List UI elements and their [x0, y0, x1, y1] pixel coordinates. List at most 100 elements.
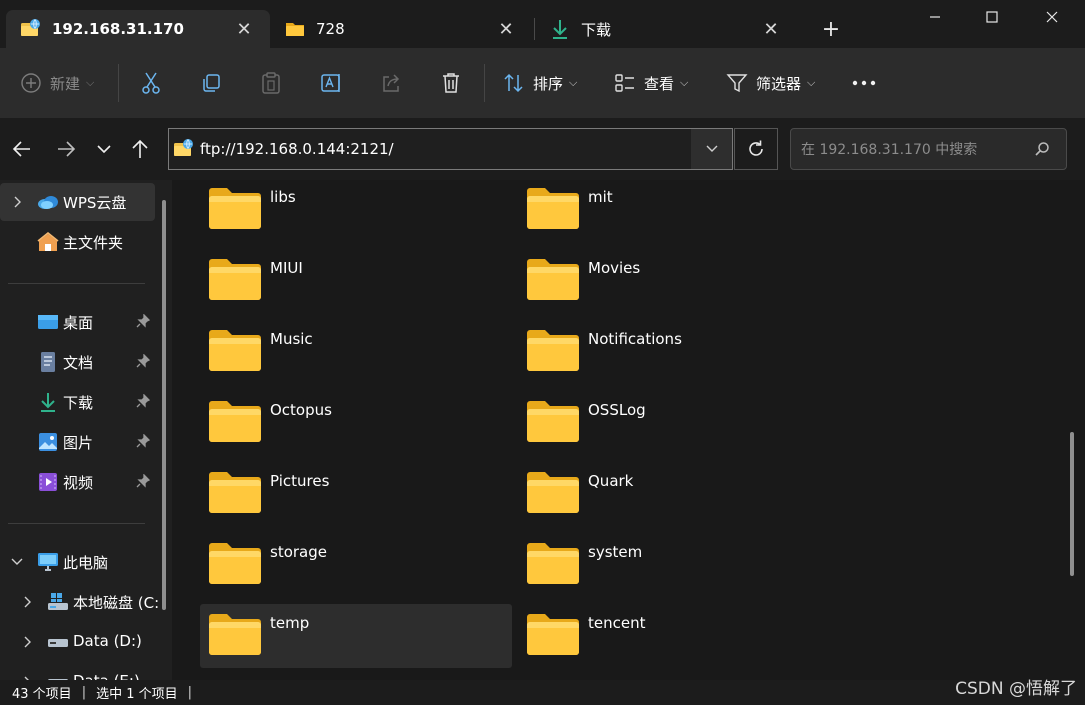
folder-item[interactable]: OSSLog — [518, 391, 830, 455]
chevron-right-icon[interactable] — [9, 194, 25, 210]
sidebar-item-home[interactable]: 主文件夹 — [0, 223, 155, 261]
folder-item[interactable]: storage — [200, 533, 512, 597]
content-scrollbar[interactable] — [1070, 432, 1074, 576]
folder-name: OSSLog — [588, 401, 646, 419]
videos-icon — [37, 471, 59, 493]
chevron-right-icon[interactable] — [19, 634, 35, 650]
sidebar-item-downloads[interactable]: 下载 — [0, 383, 155, 421]
close-tab-icon[interactable]: ✕ — [496, 19, 516, 40]
share-button[interactable] — [380, 66, 402, 100]
folder-item[interactable]: MIUI — [200, 249, 512, 313]
search-box[interactable]: 在 192.168.31.170 中搜索 — [790, 128, 1067, 170]
document-icon — [37, 351, 59, 373]
chevron-down-icon[interactable] — [9, 554, 25, 570]
pin-icon[interactable] — [136, 353, 151, 372]
close-tab-icon[interactable]: ✕ — [761, 19, 781, 40]
close-tab-icon[interactable]: ✕ — [234, 19, 254, 40]
folder-item[interactable]: tencent — [518, 604, 830, 668]
sidebar-item-this-pc[interactable]: 此电脑 — [0, 543, 155, 581]
forward-button[interactable] — [52, 135, 80, 163]
pin-icon[interactable] — [136, 433, 151, 452]
watermark: CSDN @悟解了 — [955, 679, 1077, 699]
folder-icon — [208, 186, 262, 234]
address-text[interactable]: ftp://192.168.0.144:2121/ — [200, 140, 394, 158]
tab-downloads[interactable]: 下载 ✕ — [535, 10, 797, 48]
pin-icon[interactable] — [136, 473, 151, 492]
minimize-button[interactable] — [907, 0, 963, 34]
chevron-right-icon[interactable] — [19, 594, 35, 610]
folder-icon — [526, 186, 580, 234]
sidebar-item-videos[interactable]: 视频 — [0, 463, 155, 501]
more-options-button[interactable] — [852, 66, 876, 100]
up-button[interactable] — [126, 135, 154, 163]
download-arrow-icon — [549, 18, 571, 40]
folder-item[interactable]: Movies — [518, 249, 830, 313]
maximize-button[interactable] — [964, 0, 1020, 34]
folder-item[interactable]: mit — [518, 180, 830, 242]
sidebar-item-drive-e[interactable]: Data (E:) — [0, 663, 155, 680]
refresh-icon — [749, 140, 763, 156]
sort-button[interactable]: 排序 ⌵ — [503, 66, 577, 100]
folder-icon — [526, 541, 580, 589]
paste-button[interactable] — [260, 66, 282, 100]
folder-item[interactable]: temp — [200, 604, 512, 668]
pictures-icon — [37, 431, 59, 453]
pin-icon[interactable] — [136, 393, 151, 412]
new-tab-button[interactable]: + — [818, 16, 844, 42]
refresh-button[interactable] — [734, 128, 778, 170]
address-bar[interactable]: ftp://192.168.0.144:2121/ — [168, 128, 691, 170]
desktop-icon — [37, 311, 59, 333]
cut-button[interactable] — [140, 66, 162, 100]
delete-button[interactable] — [440, 66, 462, 100]
folder-icon — [208, 470, 262, 518]
drive-icon — [47, 671, 69, 680]
sidebar-item-wps-cloud[interactable]: WPS云盘 — [0, 183, 155, 221]
search-icon[interactable] — [1034, 141, 1050, 161]
sidebar-item-drive-d[interactable]: Data (D:) — [0, 623, 155, 661]
sidebar-item-desktop[interactable]: 桌面 — [0, 303, 155, 341]
view-button[interactable]: 查看 ⌵ — [614, 66, 688, 100]
chevron-down-icon: ⌵ — [569, 76, 578, 89]
cloud-icon — [37, 191, 59, 213]
rename-button[interactable] — [320, 66, 344, 100]
recent-locations-button[interactable] — [90, 135, 118, 163]
address-history-button[interactable] — [691, 128, 733, 170]
sidebar-item-drive-c[interactable]: 本地磁盘 (C: — [0, 583, 159, 621]
home-icon — [37, 231, 59, 253]
folder-item[interactable]: Music — [200, 320, 512, 384]
folder-item[interactable]: libs — [200, 180, 512, 242]
folder-item[interactable]: Quark — [518, 462, 830, 526]
toolbar-separator — [484, 64, 485, 102]
copy-button[interactable] — [200, 66, 222, 100]
sidebar-item-pictures[interactable]: 图片 — [0, 423, 155, 461]
sidebar-item-label: 此电脑 — [63, 554, 109, 572]
share-icon — [383, 74, 400, 92]
sort-icon — [504, 73, 523, 93]
tab-192-168-31-170[interactable]: 192.168.31.170 ✕ — [6, 10, 270, 48]
pin-icon[interactable] — [136, 313, 151, 332]
folder-item[interactable]: system — [518, 533, 830, 597]
filter-button[interactable]: 筛选器 ⌵ — [726, 66, 815, 100]
back-button[interactable] — [8, 135, 36, 163]
arrow-left-icon — [12, 141, 30, 157]
sidebar-item-documents[interactable]: 文档 — [0, 343, 155, 381]
folder-item[interactable]: Notifications — [518, 320, 830, 384]
navigation-row: ftp://192.168.0.144:2121/ 在 192.168.31.1… — [0, 118, 1085, 180]
folder-item[interactable]: Octopus — [200, 391, 512, 455]
rename-icon — [321, 74, 340, 92]
ftp-network-folder-icon — [173, 138, 195, 160]
close-icon — [1046, 11, 1058, 23]
folder-name: mit — [588, 188, 613, 206]
status-bar: 43 个项目 | 选中 1 个项目 | — [0, 680, 1085, 705]
folder-item[interactable]: Pictures — [200, 462, 512, 526]
paste-icon — [262, 72, 280, 94]
folder-name: Movies — [588, 259, 641, 277]
new-button[interactable]: 新建 ⌵ — [20, 66, 94, 100]
file-list: libs mit MIUI Movies Music Notifications Octop… — [180, 180, 1085, 680]
tab-title: 下载 — [581, 20, 612, 39]
folder-name: Octopus — [270, 401, 332, 419]
close-window-button[interactable] — [1024, 0, 1080, 34]
tab-728[interactable]: 728 ✕ — [270, 10, 532, 48]
sidebar-scrollbar[interactable] — [162, 200, 166, 610]
sidebar-item-label: 主文件夹 — [63, 234, 124, 252]
